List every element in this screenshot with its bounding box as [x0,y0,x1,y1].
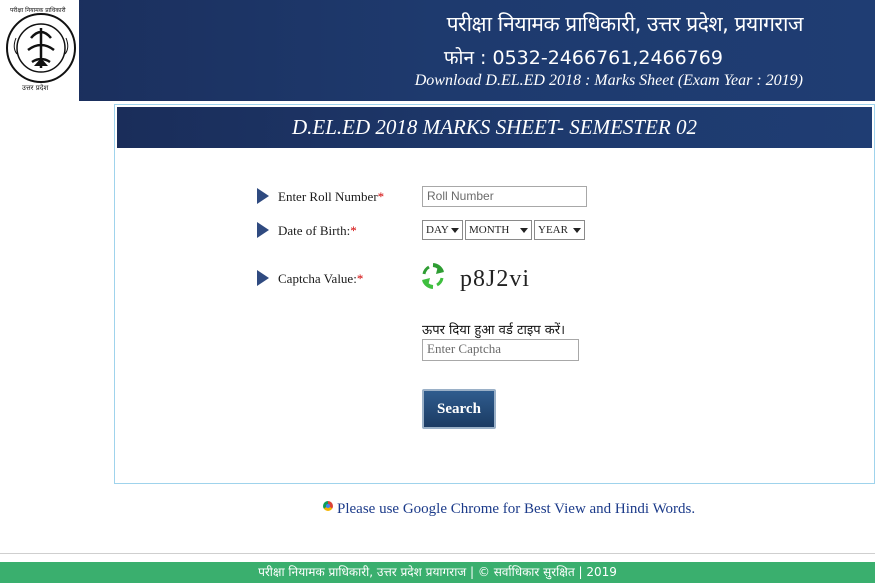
phone-number: फोन : 0532-2466761,2466769 [443,47,723,69]
chevron-down-icon [451,228,459,233]
dob-day-select[interactable]: DAY [422,220,463,240]
captcha-hint: ऊपर दिया हुआ वर्ड टाइप करें। [422,323,566,338]
captcha-input[interactable]: Enter Captcha [422,339,579,361]
arrow-right-icon [257,222,269,238]
logo-container: परीक्षा नियामक प्राधिकारी उत्तर प्रदेश [0,0,79,101]
arrow-right-icon [257,270,269,286]
captcha-placeholder: Enter Captcha [427,341,501,356]
captcha-code: p8J2vi [460,266,531,292]
browser-note: Please use Google Chrome for Best View a… [323,501,695,518]
roll-number-placeholder: Roll Number [427,189,494,203]
site-footer: परीक्षा नियामक प्राधिकारी, उत्तर प्रदेश … [0,562,875,583]
logo-top-text: परीक्षा नियामक प्राधिकारी [10,7,66,14]
dob-day-value: DAY [426,224,449,236]
panel-title: D.EL.ED 2018 MARKS SHEET- SEMESTER 02 [117,107,872,148]
dob-label-text: Date of Birth: [278,223,351,238]
required-mark: * [356,271,364,286]
dob-month-value: MONTH [469,224,510,236]
logo-bottom-text: उत्तर प्रदेश [22,84,49,92]
dob-month-select[interactable]: MONTH [465,220,532,240]
refresh-icon[interactable] [421,262,445,290]
dob-label: Date of Birth:* [278,223,357,239]
roll-number-input[interactable]: Roll Number [422,186,587,207]
footer-divider [0,553,875,554]
arrow-right-icon [257,188,269,204]
search-button[interactable]: Search [422,389,496,429]
site-header: परीक्षा नियामक प्राधिकारी उत्तर प्रदेश प… [0,0,875,101]
required-mark: * [377,189,385,204]
chrome-icon [323,501,333,511]
browser-note-text: Please use Google Chrome for Best View a… [337,501,696,517]
roll-number-label-text: Enter Roll Number [278,189,378,204]
roll-number-label: Enter Roll Number* [278,189,384,205]
page-subtitle: Download D.EL.ED 2018 : Marks Sheet (Exa… [414,72,803,89]
chevron-down-icon [573,228,581,233]
captcha-label-text: Captcha Value: [278,271,357,286]
org-name: परीक्षा नियामक प्राधिकारी, उत्तर प्रदेश,… [446,12,804,36]
dob-year-select[interactable]: YEAR [534,220,585,240]
chevron-down-icon [520,228,528,233]
captcha-label: Captcha Value:* [278,271,363,287]
dob-year-value: YEAR [538,224,568,236]
required-mark: * [350,223,357,238]
